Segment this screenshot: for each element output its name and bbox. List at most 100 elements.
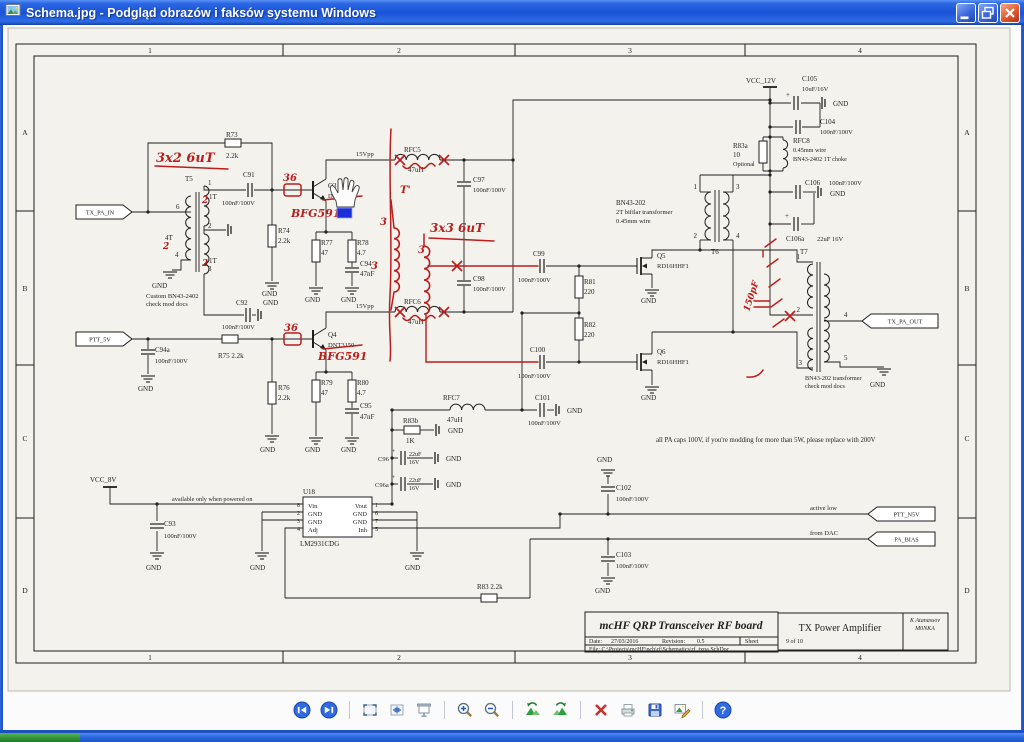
svg-text:GND: GND [641,297,656,305]
svg-text:C103: C103 [616,551,632,559]
svg-text:3x3 6uT: 3x3 6uT [430,221,485,235]
svg-text:0.5: 0.5 [697,639,705,645]
save-button[interactable] [643,698,667,722]
toolbar-separator [702,701,703,719]
svg-text:VCC_12V: VCC_12V [746,77,776,85]
minimize-button[interactable] [956,3,976,23]
print-button[interactable] [616,698,640,722]
svg-text:all PA caps 100V, if you're mo: all PA caps 100V, if you're modding for … [656,437,876,444]
zoom-in-button[interactable] [453,698,477,722]
svg-text:File: C:\Projects\mcHF\pcb\rf\: File: C:\Projects\mcHF\pcb\rf\Schematics… [589,646,730,653]
svg-text:B: B [964,284,969,293]
svg-text:2: 2 [397,46,401,55]
next-image-icon [320,701,338,719]
actual-size-icon [388,701,406,719]
svg-text:100nF/100V: 100nF/100V [518,277,551,284]
svg-text:C92: C92 [236,299,248,307]
svg-text:Vin: Vin [308,503,318,510]
svg-text:22uF: 22uF [409,452,422,458]
svg-text:C96: C96 [378,456,390,463]
delete-button[interactable] [589,698,613,722]
svg-text:1: 1 [148,653,152,662]
viewer-toolbar: ? [3,696,1021,724]
svg-text:2: 2 [797,306,801,314]
delete-icon [592,701,610,719]
svg-text:GND: GND [446,481,461,489]
rotate-clockwise-button[interactable] [548,698,572,722]
edit-button[interactable] [670,698,694,722]
svg-text:active low: active low [810,505,837,512]
svg-text:3: 3 [736,183,740,191]
svg-text:100nF/100V: 100nF/100V [616,563,649,570]
svg-text:TX Power Amplifier: TX Power Amplifier [799,623,882,634]
svg-text:4: 4 [844,311,848,319]
toolbar-separator [444,701,445,719]
svg-text:RD16HHF1: RD16HHF1 [657,263,689,270]
svg-text:220: 220 [584,331,595,339]
svg-text:1T: 1T [209,257,218,265]
svg-text:C93: C93 [164,520,176,528]
next-image-button[interactable] [317,698,341,722]
svg-text:100nF/100V: 100nF/100V [155,358,188,365]
svg-text:1K: 1K [406,437,415,445]
svg-text:R82: R82 [584,321,596,329]
svg-text:T': T' [400,185,411,196]
svg-text:100nF/100V: 100nF/100V [820,129,853,136]
schematic-image[interactable]: 11223344AABBCCDDTX_PA_INPTT_5VTX_PA_OUTP… [3,25,1021,730]
svg-text:C96a: C96a [375,482,389,489]
close-icon [1001,4,1019,22]
svg-text:0.45mm wire: 0.45mm wire [793,147,826,154]
svg-text:GND: GND [353,519,367,526]
svg-text:C91: C91 [243,171,255,179]
svg-text:R77: R77 [321,239,333,247]
taskbar-start-fragment[interactable] [0,733,80,742]
best-fit-icon [361,701,379,719]
close-button[interactable] [1000,3,1020,23]
zoom-out-button[interactable] [480,698,504,722]
svg-text:1: 1 [208,179,212,187]
svg-text:Adj: Adj [308,527,318,534]
svg-text:C97: C97 [473,176,485,184]
svg-text:C106a: C106a [786,235,805,243]
svg-text:Date:: Date: [589,639,602,645]
svg-text:3: 3 [628,46,632,55]
actual-size-button[interactable] [385,698,409,722]
best-fit-button[interactable] [358,698,382,722]
slideshow-button[interactable] [412,698,436,722]
svg-text:Inh: Inh [358,527,367,534]
help-button[interactable]: ? [711,698,735,722]
svg-text:27/03/2016: 27/03/2016 [611,639,638,645]
svg-text:BFG591: BFG591 [317,350,367,363]
svg-text:Q6: Q6 [657,348,666,356]
svg-text:GND: GND [641,394,656,402]
svg-text:4: 4 [175,251,179,259]
taskbar[interactable] [0,733,1024,742]
print-icon [619,701,637,719]
svg-text:3x2 6uT: 3x2 6uT [156,151,216,166]
svg-text:3: 3 [380,217,387,228]
svg-text:47: 47 [321,389,329,397]
svg-text:GND: GND [870,381,885,389]
restore-button[interactable] [978,3,998,23]
svg-text:T6: T6 [711,248,719,256]
svg-text:GND: GND [260,446,275,454]
svg-text:100nF/100V: 100nF/100V [616,496,649,503]
svg-text:8: 8 [297,503,300,509]
svg-text:C99: C99 [533,250,545,258]
svg-text:GND: GND [597,456,612,464]
svg-text:1T: 1T [209,193,218,201]
svg-text:GND: GND [833,100,848,108]
window-title: Schema.jpg - Podgląd obrazów i faksów sy… [26,6,376,20]
svg-text:PTT_5V: PTT_5V [89,336,111,343]
svg-text:100nF/100V: 100nF/100V [473,187,506,194]
svg-text:GND: GND [263,299,278,307]
svg-text:5: 5 [844,354,848,362]
svg-text:36: 36 [284,323,298,334]
svg-text:Optional: Optional [733,161,755,168]
restore-icon [979,4,997,22]
svg-text:100nF/100V: 100nF/100V [528,420,561,427]
rotate-counterclockwise-button[interactable] [521,698,545,722]
previous-image-button[interactable] [290,698,314,722]
svg-text:4.7: 4.7 [357,249,366,257]
svg-text:GND: GND [341,446,356,454]
